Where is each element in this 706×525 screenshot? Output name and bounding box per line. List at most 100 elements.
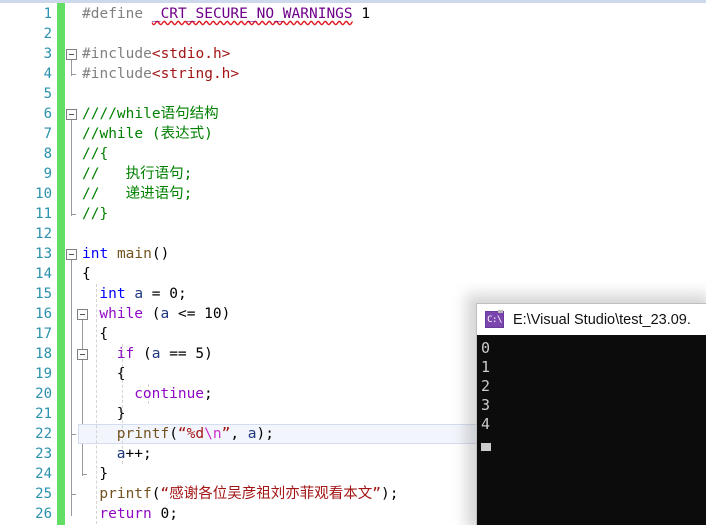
line-number: 22 [35, 426, 52, 442]
fold-toggle-6[interactable] [66, 109, 77, 120]
line-number: 8 [43, 146, 52, 162]
line-number: 3 [43, 46, 52, 62]
code-token: int [99, 286, 126, 302]
code-line-21[interactable]: } [82, 404, 126, 424]
code-line-9[interactable]: // 执行语句; [82, 164, 192, 184]
code-line-3[interactable]: #include<stdio.h> [82, 44, 230, 64]
line-number: 10 [35, 186, 52, 202]
code-token: a [116, 446, 126, 462]
code-token: 0 [169, 286, 178, 302]
code-token: () [151, 246, 170, 262]
line-number: 17 [35, 326, 52, 342]
code-token: ; [204, 386, 213, 402]
line-number: 14 [35, 266, 52, 282]
code-token: } [116, 406, 126, 422]
code-token: ( [143, 306, 161, 322]
code-token: { [99, 326, 109, 342]
line-number: 26 [35, 506, 52, 522]
line-number: 24 [35, 466, 52, 482]
code-line-19[interactable]: { [82, 364, 126, 384]
code-token: _CRT_SECURE_NO_WARNINGS [151, 6, 353, 22]
code-token: { [116, 366, 126, 382]
fold-end-tick [71, 74, 76, 75]
line-number: 5 [43, 86, 52, 102]
code-token: ) [221, 306, 231, 322]
code-token: a [247, 426, 257, 442]
console-output-line: 3 [481, 396, 491, 414]
code-line-6[interactable]: ////while语句结构 [82, 104, 219, 124]
code-line-26[interactable]: return 0; [82, 504, 178, 524]
code-line-24[interactable]: } [82, 464, 108, 484]
line-number: 21 [35, 406, 52, 422]
console-output-line: 1 [481, 358, 491, 376]
code-token: if [116, 346, 135, 362]
code-line-1[interactable]: #define _CRT_SECURE_NO_WARNINGS 1 [82, 4, 370, 24]
fold-guide-line [71, 256, 72, 516]
code-token: 0 [160, 506, 170, 522]
line-number: 6 [43, 106, 52, 122]
code-line-11[interactable]: //} [82, 204, 108, 224]
code-token: ) [204, 346, 213, 362]
code-token: ); [380, 486, 399, 502]
console-cursor [481, 443, 491, 451]
code-token: ( [169, 426, 178, 442]
code-line-14[interactable]: { [82, 264, 91, 284]
fold-toggle-3[interactable] [66, 49, 77, 60]
line-number: 19 [35, 366, 52, 382]
fold-end-tick [71, 494, 76, 495]
code-token: #include [82, 66, 152, 82]
code-token: “感谢各位吴彦祖刘亦菲观看本文” [160, 486, 381, 502]
code-line-20[interactable]: continue; [82, 384, 213, 404]
code-token: \n [204, 426, 222, 442]
fold-toggle-13[interactable] [66, 249, 77, 260]
console-output-area[interactable]: 01234 [477, 335, 706, 525]
code-line-22[interactable]: printf(“%d\n”, a); [82, 424, 274, 444]
code-line-18[interactable]: if (a == 5) [82, 344, 213, 364]
code-token: <stdio.h> [151, 46, 231, 62]
line-number-gutter: 1 2 3 4 5 6 7 8 9 10 11 12 13 14 15 16 17 18 19 20 21 22 23 24 2… [0, 3, 52, 525]
code-line-7[interactable]: //while (表达式) [82, 124, 213, 144]
line-number: 16 [35, 306, 52, 322]
code-line-16[interactable]: while (a <= 10) [82, 304, 230, 324]
code-token: 10 [204, 306, 222, 322]
code-token: 5 [195, 346, 205, 362]
code-token: “%d [177, 426, 205, 442]
code-token: = [143, 286, 170, 302]
code-token: #define [82, 6, 152, 22]
fold-end-tick [71, 214, 76, 215]
code-line-17[interactable]: { [82, 324, 108, 344]
code-token: main [116, 246, 152, 262]
code-token: //{ [82, 146, 109, 162]
code-line-13[interactable]: int main() [82, 244, 169, 264]
line-number: 18 [35, 346, 52, 362]
line-number: 12 [35, 226, 52, 242]
code-token: ); [256, 426, 274, 442]
code-token: ; [178, 286, 187, 302]
code-line-15[interactable]: int a = 0; [82, 284, 187, 304]
console-output-line: 2 [481, 377, 491, 395]
code-line-8[interactable]: //{ [82, 144, 108, 164]
code-line-25[interactable]: printf(“感谢各位吴彦祖刘亦菲观看本文”); [82, 484, 398, 504]
code-line-10[interactable]: // 递进语句; [82, 184, 192, 204]
change-indicator-bar [57, 3, 65, 525]
console-output-line: 0 [481, 339, 491, 357]
code-token: #include [82, 46, 152, 62]
code-line-4[interactable]: #include<string.h> [82, 64, 239, 84]
code-line-23[interactable]: a++; [82, 444, 152, 464]
code-token: a [134, 286, 144, 302]
fold-end-tick [71, 434, 76, 435]
code-token: //while (表达式) [82, 126, 213, 142]
code-token: // 递进语句; [82, 186, 193, 202]
console-window[interactable]: C:\ E:\Visual Studio\test_23.09. 01234 [476, 303, 706, 525]
code-token: // 执行语句; [82, 166, 193, 182]
code-token: } [99, 466, 109, 482]
line-number: 1 [43, 6, 52, 22]
console-window-icon: C:\ [485, 310, 504, 328]
console-icon-glyph: C:\ [487, 315, 502, 325]
code-token: a [160, 306, 170, 322]
console-title-bar[interactable]: C:\ E:\Visual Studio\test_23.09. [477, 304, 706, 335]
code-token: printf [116, 426, 170, 442]
code-token: == [160, 346, 196, 362]
code-token: ( [151, 486, 161, 502]
screenshot-root: 1 2 3 4 5 6 7 8 9 10 11 12 13 14 15 16 17 18 19 20 21 22 23 24 2… [0, 0, 706, 525]
